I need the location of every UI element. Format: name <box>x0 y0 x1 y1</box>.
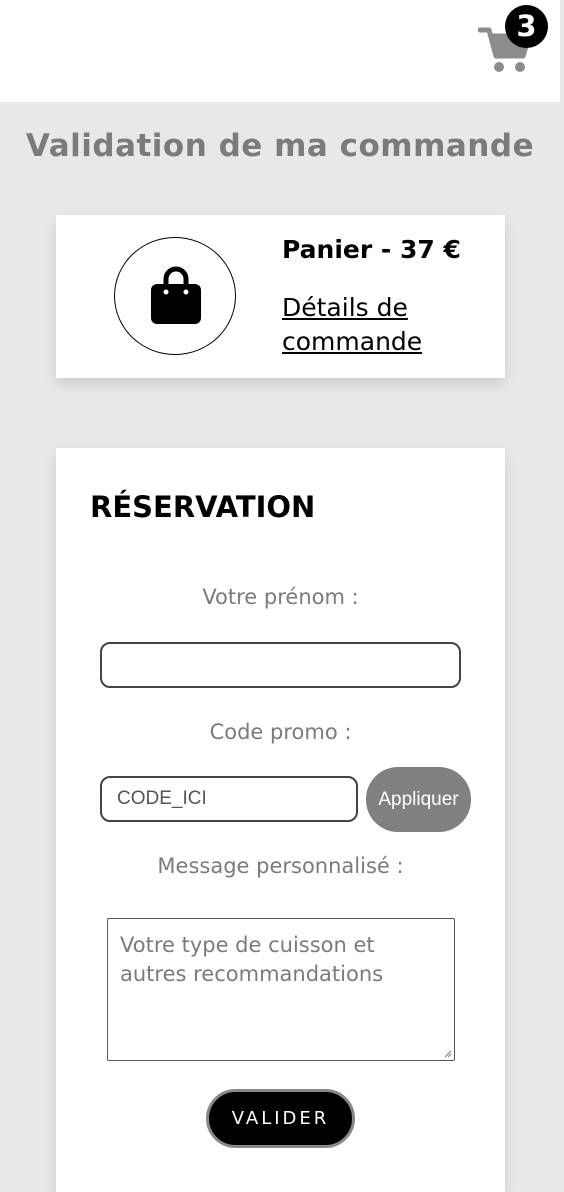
first-name-label: Votre prénom : <box>202 585 359 609</box>
resize-grip-icon[interactable] <box>444 1050 452 1058</box>
shopping-bag-icon-glyph <box>151 266 201 324</box>
order-summary-card: Panier - 37 € Détails de commande <box>56 215 505 378</box>
shopping-bag-icon <box>114 237 236 355</box>
message-label: Message personnalisé : <box>157 854 404 878</box>
reservation-form: RÉSERVATION Votre prénom : Code promo : … <box>56 448 505 1192</box>
header-bar <box>0 0 560 102</box>
submit-button[interactable]: VALIDER <box>206 1089 355 1148</box>
promo-code-input[interactable]: CODE_ICI <box>100 776 358 822</box>
promo-code-label: Code promo : <box>209 720 352 744</box>
cart-count-badge: 3 <box>505 5 548 48</box>
message-textarea[interactable]: Votre type de cuisson et autres recomman… <box>107 918 455 1061</box>
form-title: RÉSERVATION <box>90 490 316 524</box>
order-details-link[interactable]: Détails de commande <box>282 291 482 359</box>
page-title: Validation de ma commande <box>25 128 535 164</box>
cart-total: Panier - 37 € <box>282 235 461 264</box>
message-placeholder: Votre type de cuisson et autres recomman… <box>120 933 384 986</box>
apply-promo-button[interactable]: Appliquer <box>366 767 471 832</box>
first-name-input[interactable] <box>100 642 461 688</box>
